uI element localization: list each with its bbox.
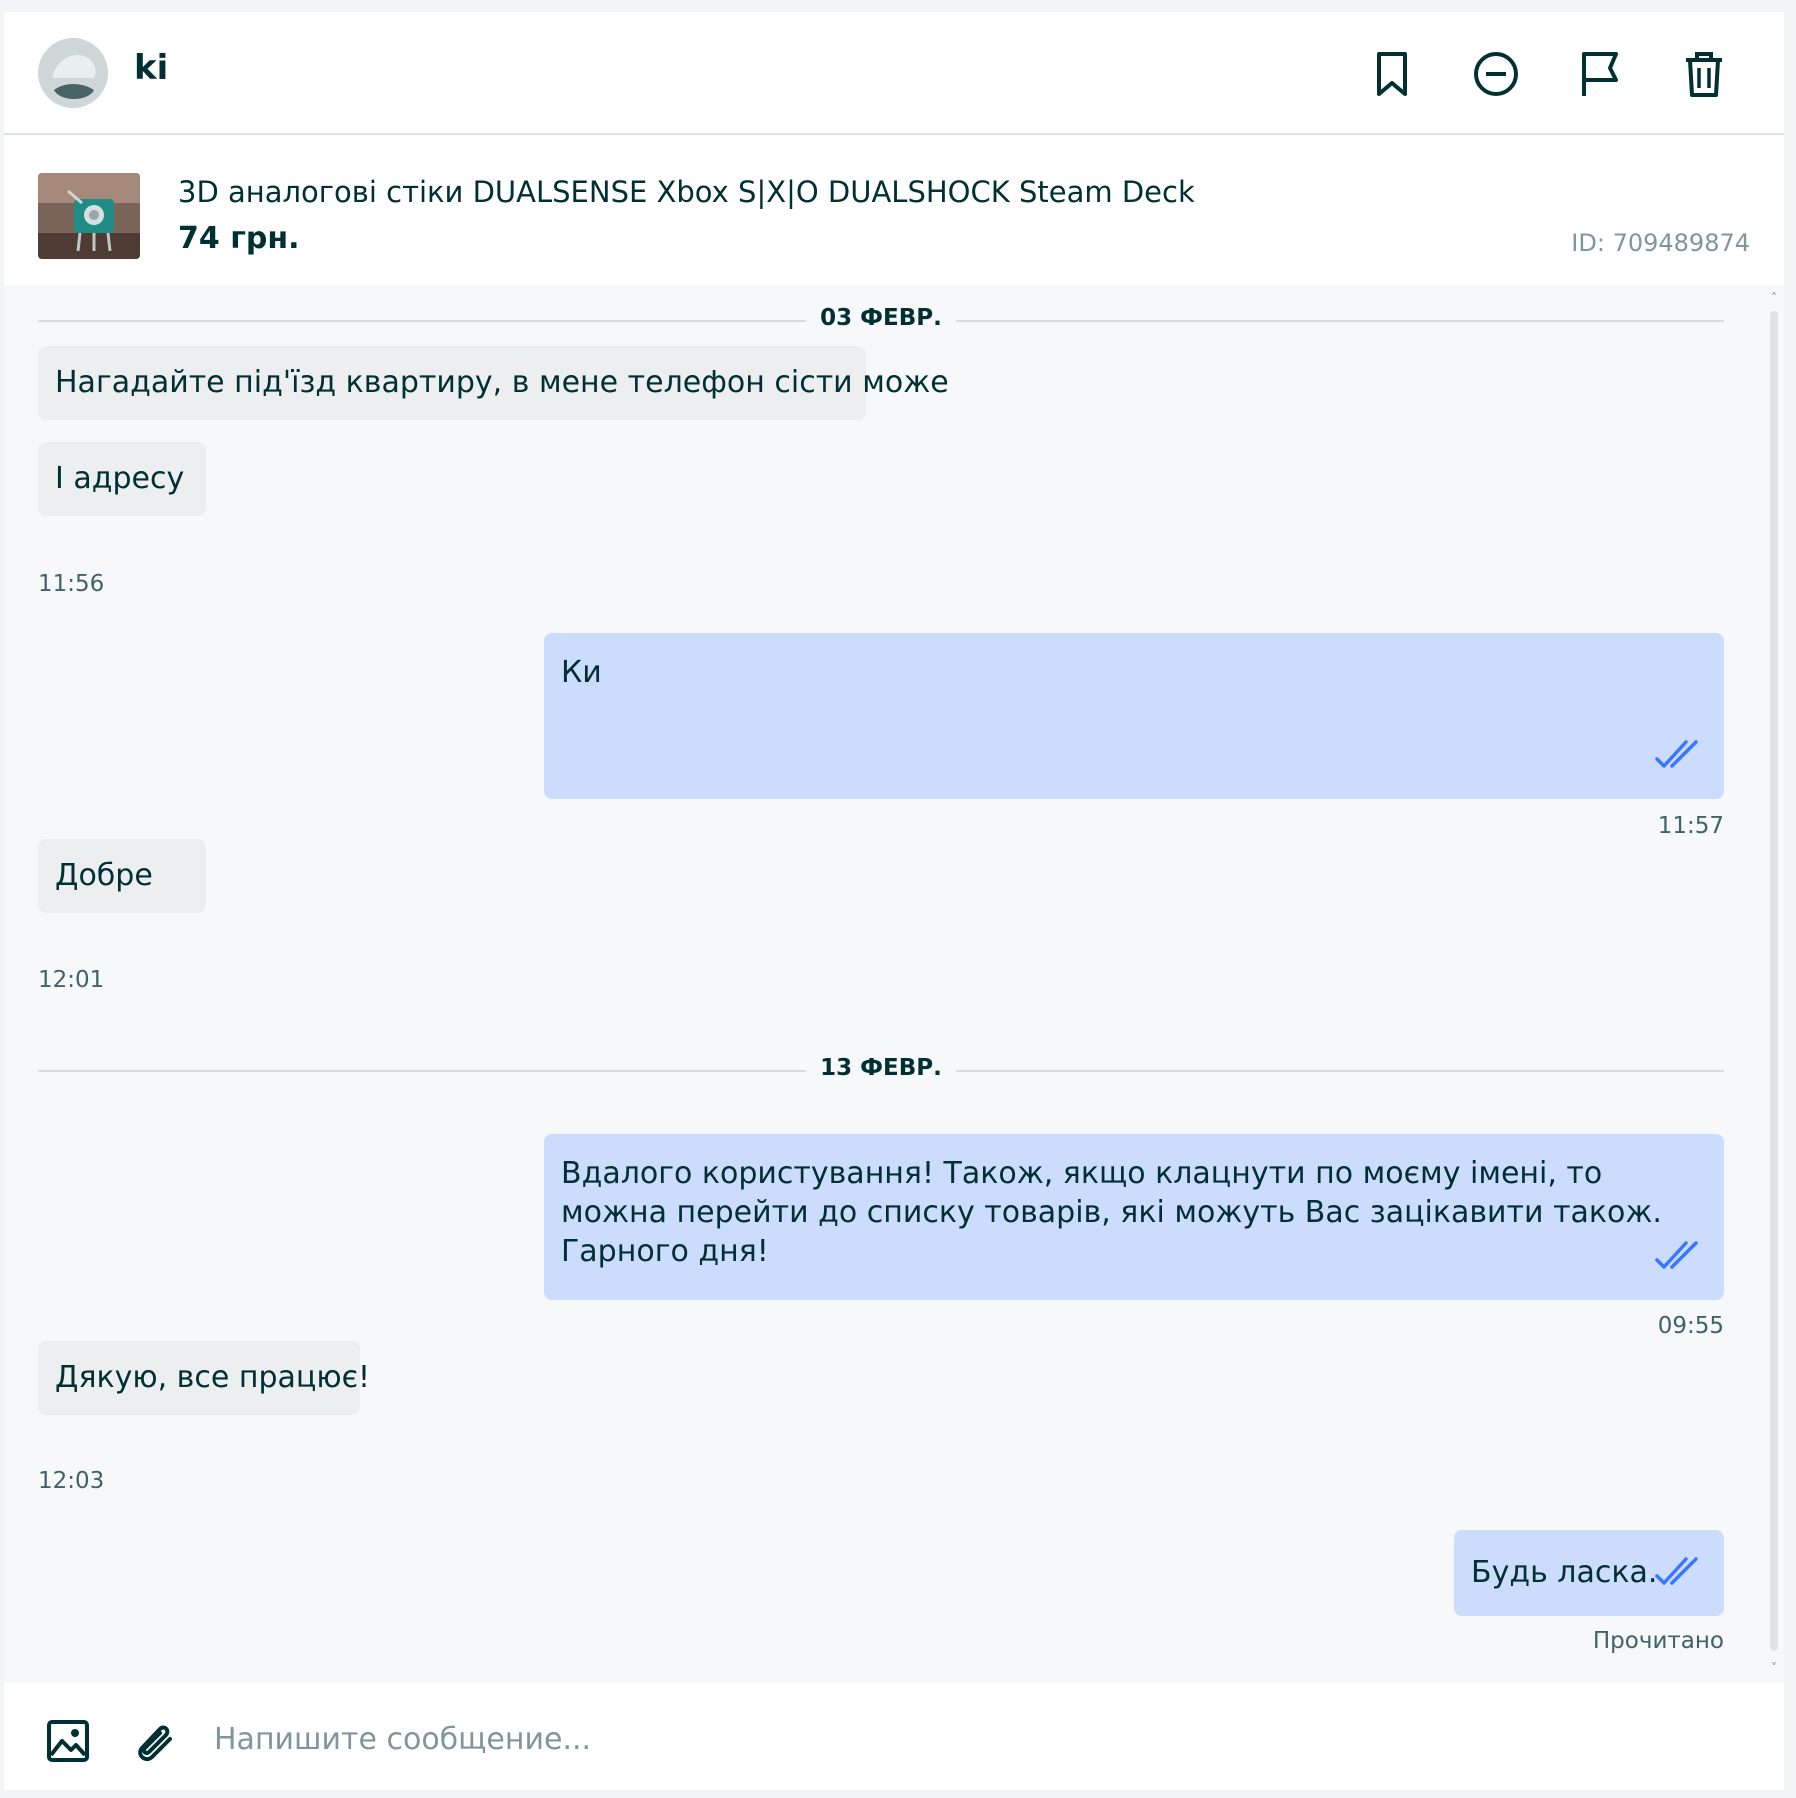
scroll-thumb[interactable] — [1770, 311, 1778, 1651]
product-title[interactable]: 3D аналогові стіки DUALSENSE Xbox S|X|O … — [178, 175, 1195, 209]
avatar[interactable] — [38, 38, 108, 108]
message-text: Дякую, все працює! — [55, 1360, 371, 1395]
chevron-up-icon[interactable]: ˄ — [1769, 292, 1779, 304]
message-input[interactable] — [212, 1707, 1736, 1771]
chevron-down-icon[interactable]: ˅ — [1769, 1662, 1779, 1674]
flag-icon[interactable] — [1574, 48, 1626, 100]
product-price: 74 грн. — [178, 221, 300, 256]
message-text: Ки — [561, 655, 602, 690]
date-label: 13 ФЕВР. — [806, 1055, 956, 1081]
trash-icon[interactable] — [1678, 48, 1730, 100]
read-ticks-icon — [1654, 1554, 1706, 1588]
message-list[interactable]: 03 ФЕВР. Нагадайте під'їзд квартиру, в м… — [4, 285, 1764, 1683]
message-text: Нагадайте під'їзд квартиру, в мене телеф… — [55, 365, 949, 400]
message-text: І адресу — [55, 461, 185, 496]
message-incoming[interactable]: І адресу — [38, 442, 206, 516]
message-incoming[interactable]: Дякую, все працює! — [38, 1341, 370, 1415]
message-time: 12:01 — [38, 967, 105, 993]
product-id: ID: 709489874 — [1571, 229, 1750, 257]
message-time: 11:56 — [38, 571, 105, 597]
message-text: Вдалого користування! Також, якщо клацну… — [561, 1156, 1662, 1269]
message-text: Добре — [55, 858, 153, 893]
product-thumbnail[interactable] — [38, 173, 140, 259]
block-icon[interactable] — [1470, 48, 1522, 100]
message-time: 09:55 — [1657, 1313, 1724, 1339]
read-status: Прочитано — [1592, 1628, 1724, 1654]
date-label: 03 ФЕВР. — [806, 305, 956, 331]
date-separator: 03 ФЕВР. — [38, 305, 1724, 335]
date-separator: 13 ФЕВР. — [38, 1055, 1724, 1085]
scrollbar[interactable]: ˄ ˅ — [1764, 285, 1784, 1683]
message-incoming[interactable]: Нагадайте під'їзд квартиру, в мене телеф… — [38, 346, 949, 420]
message-incoming[interactable]: Добре — [38, 839, 206, 913]
product-summary[interactable]: 3D аналогові стіки DUALSENSE Xbox S|X|O … — [4, 135, 1784, 285]
chat-username[interactable]: ki — [134, 48, 168, 88]
read-ticks-icon — [1654, 1238, 1706, 1272]
message-time: 12:03 — [38, 1468, 105, 1494]
message-composer — [4, 1683, 1784, 1790]
read-ticks-icon — [1654, 737, 1706, 771]
message-outgoing[interactable]: Ки — [544, 633, 1724, 799]
chat-window: ki 3D аналогові стіки DUALSENSE Xbox S|X… — [4, 12, 1784, 1790]
message-outgoing[interactable]: Будь ласка. — [1454, 1530, 1724, 1616]
bookmark-icon[interactable] — [1366, 48, 1418, 100]
image-icon[interactable] — [44, 1717, 92, 1765]
message-outgoing[interactable]: Вдалого користування! Також, якщо клацну… — [544, 1134, 1724, 1300]
attachment-icon[interactable] — [130, 1717, 178, 1765]
chat-header: ki — [4, 12, 1784, 135]
message-time: 11:57 — [1657, 813, 1724, 839]
